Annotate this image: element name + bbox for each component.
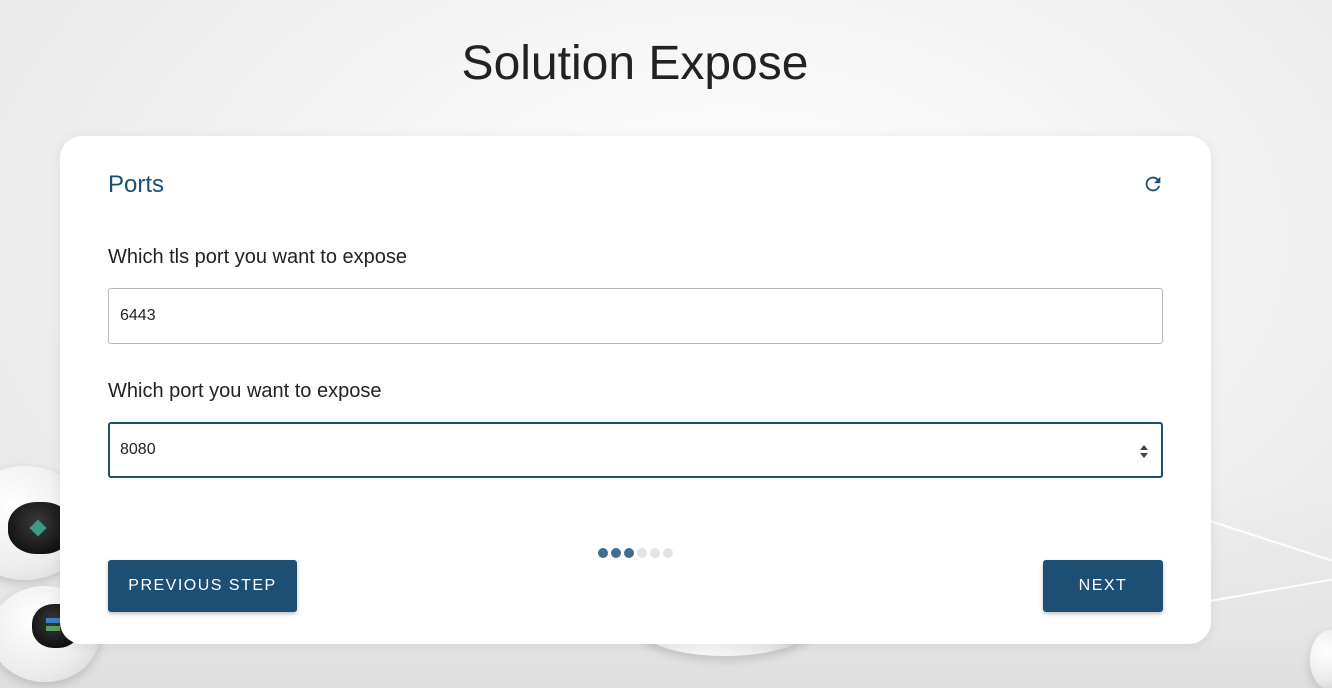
port-field[interactable]	[108, 422, 1163, 478]
progress-dot	[663, 548, 673, 558]
tls-port-input[interactable]	[120, 307, 1162, 325]
port-stepper[interactable]	[1137, 441, 1151, 461]
step-progress-indicator	[598, 548, 673, 558]
port-input[interactable]	[120, 441, 1161, 459]
progress-dot	[624, 548, 634, 558]
refresh-button[interactable]	[1140, 171, 1166, 197]
page-title: Solution Expose	[461, 37, 809, 90]
progress-dot	[650, 548, 660, 558]
progress-dot	[611, 548, 621, 558]
robot-light-decoration	[46, 626, 60, 631]
ports-card: Ports Which tls port you want to expose …	[60, 136, 1211, 644]
previous-step-button[interactable]: PREVIOUS STEP	[108, 560, 297, 612]
card-title: Ports	[108, 171, 165, 198]
tls-port-label: Which tls port you want to expose	[108, 246, 408, 268]
stepper-up-icon[interactable]	[1140, 444, 1148, 450]
robot-light-decoration	[46, 618, 60, 623]
refresh-icon	[1145, 176, 1161, 192]
tls-port-field[interactable]	[108, 288, 1163, 344]
port-label: Which port you want to expose	[108, 380, 382, 402]
progress-dot	[637, 548, 647, 558]
stepper-down-icon[interactable]	[1140, 452, 1148, 458]
next-button[interactable]: NEXT	[1043, 560, 1163, 612]
progress-dot	[598, 548, 608, 558]
